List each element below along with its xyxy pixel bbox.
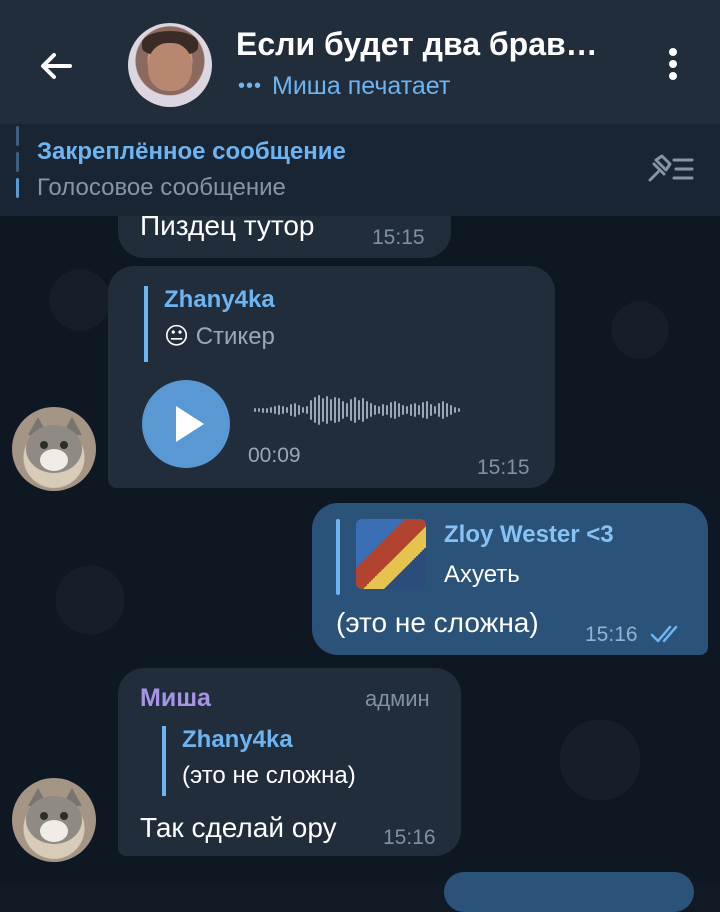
waveform-bar xyxy=(406,406,408,414)
pinned-list-icon[interactable] xyxy=(644,150,696,190)
waveform-bar xyxy=(382,404,384,416)
waveform-bar xyxy=(290,404,292,416)
waveform-bar xyxy=(374,405,376,415)
waveform-bar xyxy=(410,404,412,416)
waveform-bar xyxy=(398,403,400,417)
pinned-title: Закреплённое сообщение xyxy=(37,138,346,165)
waveform-bar xyxy=(338,398,340,422)
typing-status: ••• Миша печатает xyxy=(238,72,450,101)
more-menu-icon[interactable] xyxy=(660,44,686,84)
message-time: 15:16 xyxy=(585,623,638,646)
waveform-bar xyxy=(254,408,256,412)
waveform-bar xyxy=(322,398,324,422)
waveform-bar xyxy=(454,407,456,413)
admin-badge: админ xyxy=(365,686,430,711)
waveform-bar xyxy=(342,401,344,419)
waveform-bar xyxy=(306,406,308,414)
pinned-message-bar[interactable]: Закреплённое сообщение Голосовое сообщен… xyxy=(0,124,720,216)
waveform-bar xyxy=(346,403,348,417)
back-arrow-icon[interactable] xyxy=(34,44,78,88)
waveform-bar xyxy=(302,407,304,413)
waveform-bar xyxy=(286,407,288,413)
double-check-icon xyxy=(650,625,678,643)
waveform-bar xyxy=(358,400,360,420)
reply-thumbnail xyxy=(356,519,426,589)
reply-author: Zloy Wester <3 xyxy=(444,521,614,548)
pinned-subtitle: Голосовое сообщение xyxy=(37,174,286,201)
sender-avatar[interactable] xyxy=(12,778,96,862)
waveform-bar xyxy=(394,401,396,419)
chat-header: Если будет два брав… ••• Миша печатает xyxy=(0,0,720,124)
waveform-bar xyxy=(414,403,416,417)
waveform-bar xyxy=(266,407,268,413)
waveform-bar xyxy=(310,400,312,420)
voice-duration: 00:09 xyxy=(248,444,301,467)
chat-avatar[interactable] xyxy=(128,23,212,107)
reply-author: Zhany4ka xyxy=(182,726,293,753)
message-bubble[interactable]: Миша админ Zhany4ka (это не сложна) Так … xyxy=(118,668,461,856)
waveform-bar xyxy=(450,405,452,415)
outgoing-message-bubble[interactable] xyxy=(444,872,694,912)
typing-dots-icon: ••• xyxy=(238,75,263,97)
waveform-bar xyxy=(442,401,444,419)
reply-content: 😐 Стикер xyxy=(164,322,275,351)
waveform-bar xyxy=(278,405,280,415)
message-time: 15:15 xyxy=(372,226,425,249)
play-icon xyxy=(176,406,204,442)
reply-text: Ахуеть xyxy=(444,561,520,588)
waveform-bar xyxy=(402,405,404,415)
waveform-bar xyxy=(438,403,440,417)
waveform-bar xyxy=(326,396,328,424)
waveform-bar xyxy=(298,405,300,415)
waveform-bar xyxy=(362,398,364,422)
typing-status-text: Миша печатает xyxy=(272,72,451,100)
waveform-bar xyxy=(446,403,448,417)
waveform-bar xyxy=(390,402,392,418)
waveform-bar xyxy=(430,404,432,416)
waveform-bar xyxy=(370,403,372,417)
waveform-bar xyxy=(334,397,336,423)
waveform-bar xyxy=(350,399,352,421)
waveform-bar xyxy=(378,406,380,414)
message-text: Так сделай ору xyxy=(140,812,337,843)
waveform-bar xyxy=(258,408,260,412)
reply-preview[interactable]: Zhany4ka 😐 Стикер xyxy=(144,286,275,362)
sender-name[interactable]: Миша xyxy=(140,684,211,713)
waveform-bar xyxy=(426,401,428,419)
waveform-bar xyxy=(274,406,276,414)
waveform-bar xyxy=(458,408,460,412)
waveform-bar xyxy=(294,403,296,417)
message-text: (это не сложна) xyxy=(336,607,539,638)
waveform-bar xyxy=(270,407,272,413)
message-time: 15:16 xyxy=(383,826,436,849)
voice-waveform[interactable] xyxy=(254,392,460,428)
sender-avatar[interactable] xyxy=(12,407,96,491)
waveform-bar xyxy=(434,406,436,414)
waveform-bar xyxy=(418,405,420,415)
pinned-indicator xyxy=(16,126,20,200)
reply-bar xyxy=(336,519,340,595)
reply-text: (это не сложна) xyxy=(182,762,356,789)
reply-text: Стикер xyxy=(195,323,275,350)
reply-preview[interactable]: Zhany4ka (это не сложна) xyxy=(162,726,356,796)
waveform-bar xyxy=(354,397,356,423)
waveform-bar xyxy=(366,401,368,419)
waveform-bar xyxy=(314,397,316,423)
waveform-bar xyxy=(262,407,264,413)
reply-author: Zhany4ka xyxy=(164,286,275,313)
waveform-bar xyxy=(282,406,284,414)
waveform-bar xyxy=(422,402,424,418)
waveform-bar xyxy=(386,405,388,415)
chat-title[interactable]: Если будет два брав… xyxy=(236,26,616,63)
waveform-bar xyxy=(318,395,320,425)
waveform-bar xyxy=(330,399,332,421)
message-time: 15:15 xyxy=(477,456,530,479)
neutral-face-icon: 😐 xyxy=(164,323,190,350)
play-button[interactable] xyxy=(142,380,230,468)
